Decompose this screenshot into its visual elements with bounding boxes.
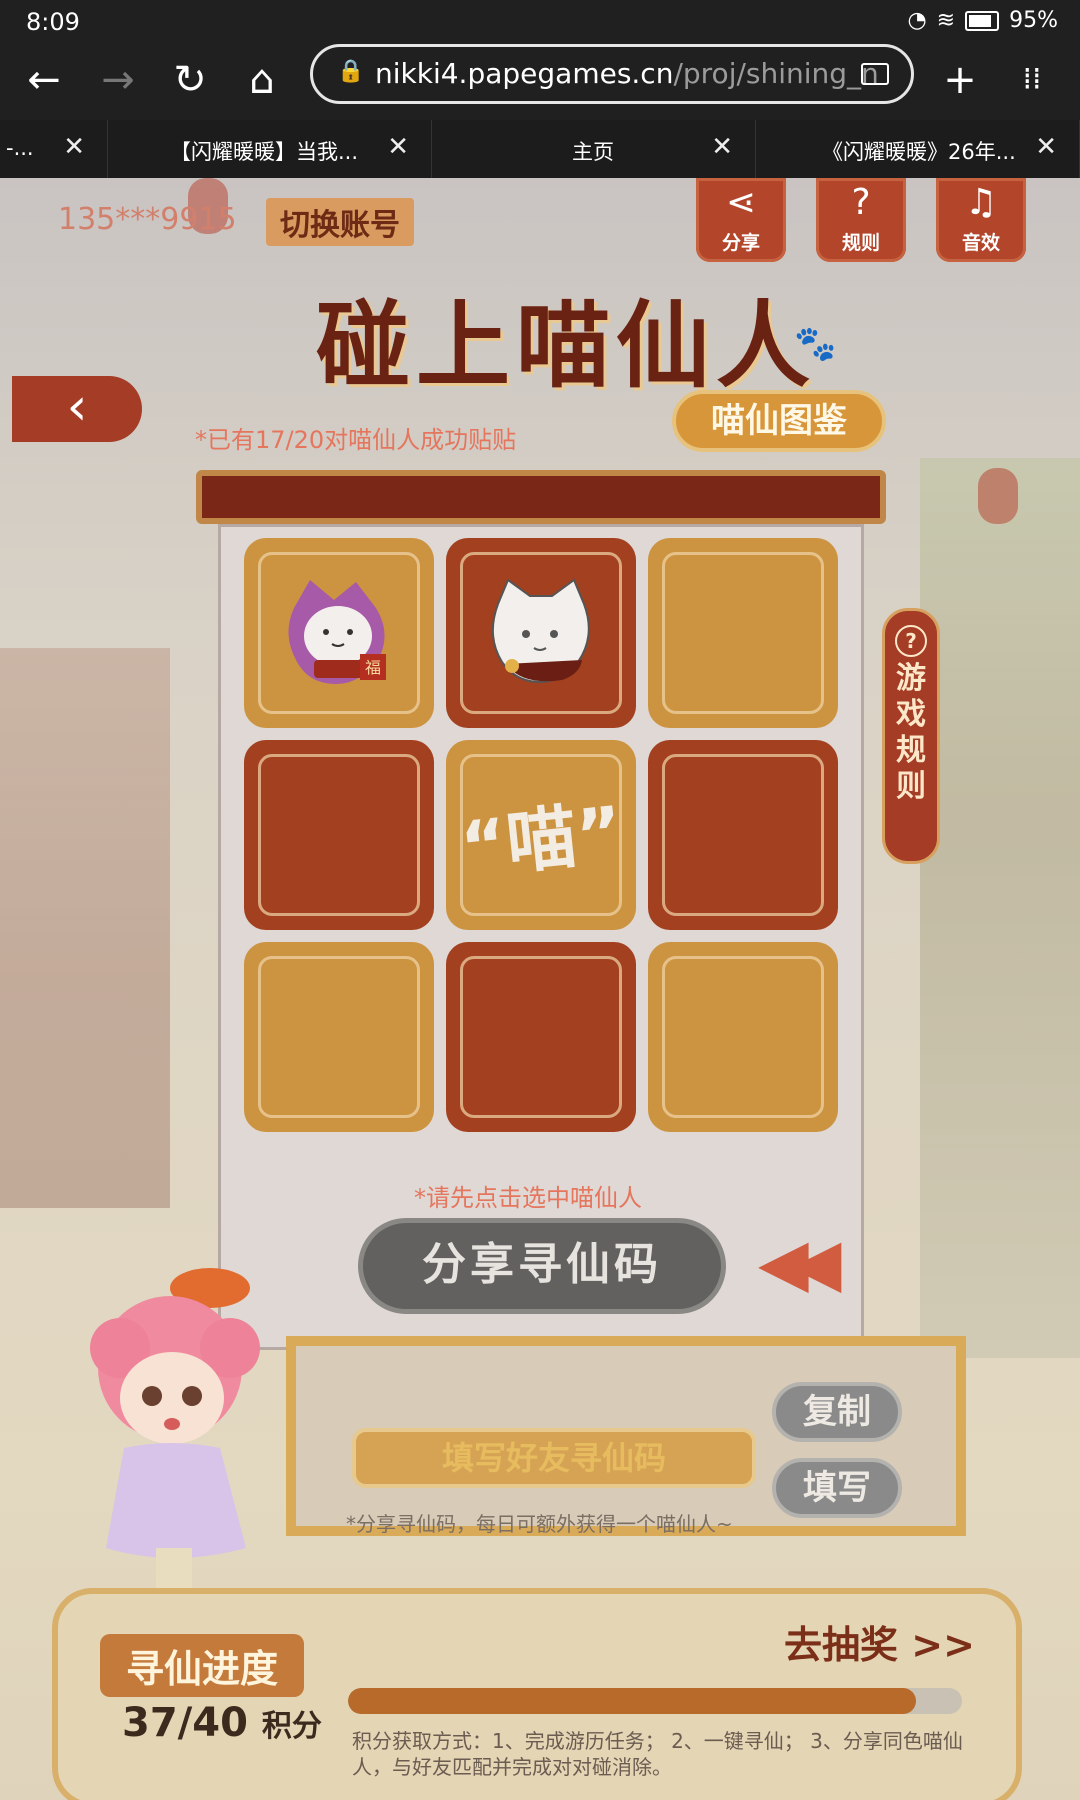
browser-toolbar: ← → ↻ ⌂ 🔒 nikki4.papegames.cn/proj/shini… [0, 44, 1080, 120]
progress-bar-fill [348, 1688, 916, 1714]
back-arrow-icon[interactable]: ← [16, 52, 72, 108]
tab-title: -... [6, 136, 34, 160]
paw-icon: 🐾 [794, 324, 837, 364]
card-cat-purple[interactable]: 福 [244, 538, 434, 728]
sound-label: 音效 [961, 232, 1000, 254]
fill-button[interactable]: 填写 [772, 1458, 902, 1518]
close-icon[interactable]: ✕ [1035, 132, 1057, 162]
forward-arrow-icon[interactable]: → [90, 52, 146, 108]
close-icon[interactable]: ✕ [711, 132, 733, 162]
card-empty[interactable] [648, 942, 838, 1132]
tab-title: 主页 [572, 140, 614, 164]
menu-dots-icon[interactable]: ⁞⁞ [1004, 52, 1060, 108]
question-icon: ? [895, 625, 927, 657]
share-icon: ⋖ [725, 182, 757, 223]
scroll-header-bar [196, 470, 886, 524]
score-current: 37 [122, 1700, 178, 1746]
tab-item[interactable]: 【闪耀暖暖】当我... ✕ [108, 120, 432, 178]
card-empty[interactable] [648, 538, 838, 728]
pagoda-background [0, 648, 170, 1208]
new-tab-icon[interactable]: + [932, 52, 988, 108]
fu-text: 福 [365, 658, 381, 677]
rules-char: 游 [896, 661, 926, 696]
cat-red-icon [491, 578, 590, 684]
share-label: 分享 [721, 232, 760, 254]
status-time: 8:09 [26, 8, 80, 36]
lantern-decoration [978, 468, 1018, 524]
lottery-link[interactable]: 去抽奖 >> [784, 1614, 975, 1669]
share-button[interactable]: ⋖ 分享 [696, 178, 786, 262]
meow-text: “喵” [456, 790, 627, 890]
rules-button[interactable]: ? 规则 [816, 178, 906, 262]
wifi-icon: ≋ [936, 8, 956, 33]
back-button[interactable]: ‹ [12, 376, 142, 442]
url-text: nikki4.papegames.cn/proj/shining_n [375, 57, 879, 90]
points-method: 积分获取方式：1、完成游历任务； 2、一键寻仙； 3、分享同色喵仙人，与好友匹配… [352, 1729, 963, 1779]
share-code-button[interactable]: 分享寻仙码 [358, 1218, 726, 1314]
speed-icon: ◔ [907, 8, 927, 33]
rules-char: 则 [896, 769, 926, 804]
game-page: 135***9915 切换账号 ⋖ 分享 ? 规则 ♫ 音效 碰上喵仙人 🐾 ‹… [0, 178, 1080, 1800]
tab-title: 【闪耀暖暖】当我... [170, 140, 359, 164]
question-icon: ? [851, 182, 871, 223]
status-bar: 8:09 ◔ ≋ 95% [0, 0, 1080, 44]
progress-score: 37/40 积分 [122, 1700, 322, 1746]
reader-mode-icon[interactable] [861, 63, 889, 85]
collection-button[interactable]: 喵仙图鉴 [672, 390, 886, 452]
card-empty[interactable] [648, 740, 838, 930]
card-empty[interactable] [446, 942, 636, 1132]
friend-code-input[interactable]: 填写好友寻仙码 [352, 1428, 756, 1488]
battery-icon [965, 10, 1000, 31]
switch-account-button[interactable]: 切换账号 [266, 198, 414, 246]
card-cat-red[interactable] [446, 538, 636, 728]
tab-item[interactable]: -... ✕ [0, 120, 108, 178]
address-bar[interactable]: 🔒 nikki4.papegames.cn/proj/shining_n [310, 44, 914, 104]
lock-icon: 🔒 [337, 59, 365, 84]
cat-purple-icon: 福 [288, 580, 386, 684]
score-unit: 积分 [261, 1709, 322, 1744]
close-icon[interactable]: ✕ [387, 132, 409, 162]
card-empty[interactable] [244, 942, 434, 1132]
share-note: *分享寻仙码，每日可额外获得一个喵仙人~ [346, 1512, 733, 1536]
character-illustration [90, 1268, 260, 1588]
card-empty[interactable] [244, 740, 434, 930]
game-rules-button[interactable]: ? 游 戏 规 则 [882, 608, 940, 864]
rules-char: 戏 [896, 697, 926, 732]
progress-title: 寻仙进度 [100, 1634, 305, 1697]
pair-count: *已有17/20对喵仙人成功贴贴 [195, 426, 517, 454]
rules-char: 规 [896, 733, 926, 768]
sound-button[interactable]: ♫ 音效 [936, 178, 1026, 262]
progress-bar [348, 1688, 962, 1714]
tab-title: 《闪耀暖暖》26年... [822, 140, 1016, 164]
tab-item[interactable]: 主页 ✕ [432, 120, 756, 178]
chevron-left-icon: ‹ [66, 377, 88, 437]
close-icon[interactable]: ✕ [63, 132, 85, 162]
tab-item[interactable]: 《闪耀暖暖》26年... ✕ [756, 120, 1080, 178]
tab-strip: -... ✕ 【闪耀暖暖】当我... ✕ 主页 ✕ 《闪耀暖暖》26年... ✕ [0, 120, 1080, 178]
rules-label: 规则 [841, 232, 880, 254]
waterfall-background [920, 458, 1080, 1358]
music-note-icon: ♫ [964, 182, 998, 223]
select-hint: *请先点击选中喵仙人 [414, 1184, 642, 1212]
score-total: /40 [177, 1700, 248, 1746]
game-title: 碰上喵仙人 [316, 292, 817, 401]
home-icon[interactable]: ⌂ [234, 52, 290, 108]
account-id: 135***9915 [58, 202, 237, 237]
copy-button[interactable]: 复制 [772, 1382, 902, 1442]
reload-icon[interactable]: ↻ [162, 52, 218, 108]
arrow-left-icon: ◀◀ [758, 1224, 841, 1301]
battery-level: 95% [1009, 8, 1058, 33]
card-meow[interactable]: “喵” [446, 740, 636, 930]
status-icons: ◔ ≋ 95% [907, 8, 1058, 33]
